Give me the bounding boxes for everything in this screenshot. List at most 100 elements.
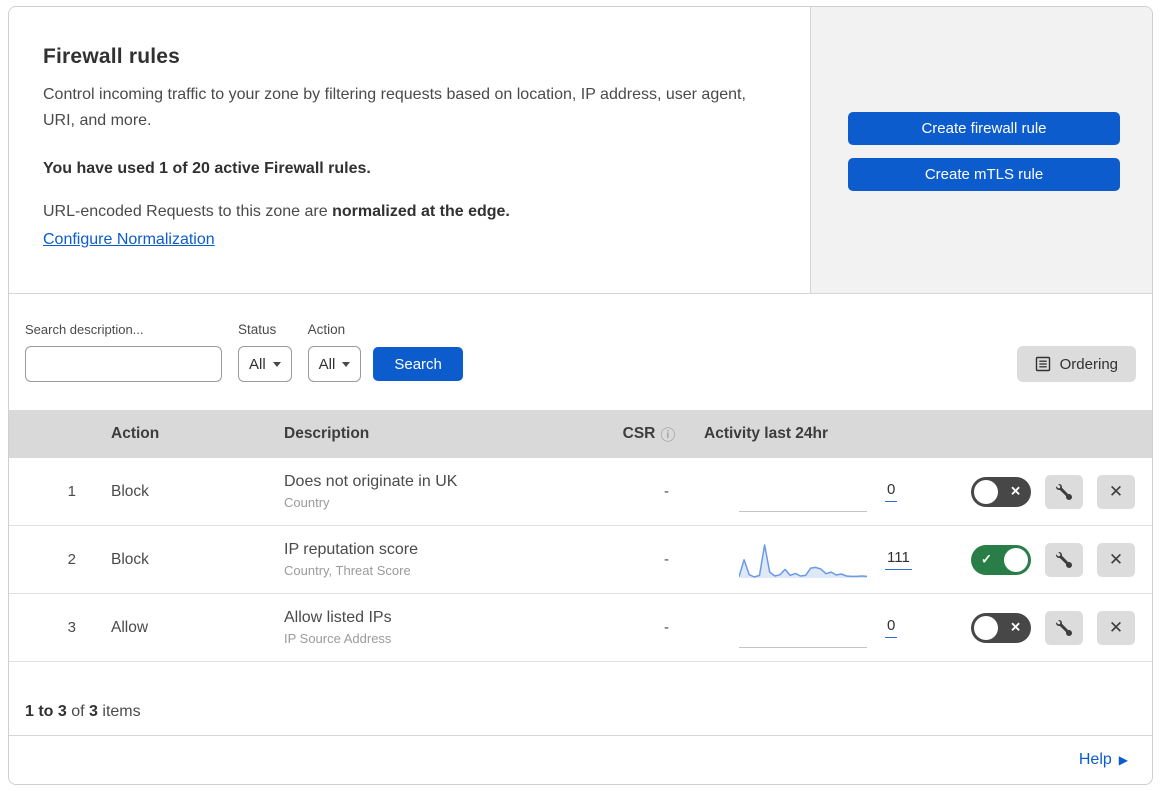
normalization-text: URL-encoded Requests to this zone are [43, 203, 333, 220]
status-value: All [249, 355, 266, 373]
create-mtls-rule-button[interactable]: Create mTLS rule [848, 158, 1120, 191]
actions-sidebar: Create firewall rule Create mTLS rule [810, 7, 1152, 293]
caret-down-icon [342, 361, 351, 367]
action-dropdown[interactable]: All [307, 346, 362, 382]
rule-priority: 2 [67, 551, 76, 568]
search-box [25, 346, 226, 382]
search-button[interactable]: Search [373, 347, 463, 381]
rule-enabled-toggle[interactable]: ✓ ✕ [971, 476, 1031, 507]
search-label: Search description... [25, 322, 144, 337]
ordering-button-label: Ordering [1059, 355, 1118, 373]
info-icon[interactable]: ⓘ [660, 424, 675, 445]
rule-action: Allow [111, 618, 149, 636]
edit-rule-button[interactable] [1045, 474, 1083, 509]
action-column-header: Action [111, 425, 160, 442]
delete-rule-button[interactable]: ✕ [1097, 542, 1135, 577]
rule-enabled-toggle[interactable]: ✓ ✕ [971, 612, 1031, 643]
help-link-label: Help [1078, 751, 1112, 768]
rule-description-cell: Does not originate in UK Country [284, 473, 574, 510]
close-icon: ✕ [1108, 549, 1124, 569]
status-dropdown[interactable]: All [238, 346, 292, 382]
edit-rule-button[interactable] [1045, 610, 1083, 645]
intro-section: Firewall rules Control incoming traffic … [9, 7, 1152, 294]
usage-summary: You have used 1 of 20 active Firewall ru… [43, 160, 371, 177]
cross-icon: ✕ [1010, 483, 1021, 499]
ordering-button[interactable]: Ordering [1016, 346, 1136, 382]
normalization-note: URL-encoded Requests to this zone are no… [43, 199, 770, 253]
activity-count-link[interactable]: 111 [885, 549, 912, 570]
rule-description: IP reputation score [284, 541, 419, 558]
rule-description-cell: IP reputation score Country, Threat Scor… [284, 541, 574, 578]
rule-csr: - [664, 551, 669, 568]
items-text: items [102, 703, 141, 720]
rule-activity-cell: 0 [704, 472, 964, 512]
of-text: of [71, 703, 85, 720]
rule-activity-cell: 111 [704, 540, 964, 580]
rule-priority: 3 [67, 619, 76, 636]
configure-normalization-link[interactable]: Configure Normalization [43, 227, 215, 253]
rule-priority: 1 [67, 483, 76, 500]
rule-controls: ✓ ✕ ✕ [964, 542, 1152, 577]
pagination-summary: 1 to 3 of 3 items [9, 662, 1152, 735]
rule-description: Does not originate in UK [284, 473, 458, 490]
check-icon: ✓ [981, 551, 992, 567]
wrench-icon [1056, 483, 1072, 500]
rule-description-cell: Allow listed IPs IP Source Address [284, 609, 574, 646]
rule-action: Block [111, 482, 149, 500]
description-column-header: Description [284, 425, 370, 442]
delete-rule-button[interactable]: ✕ [1097, 610, 1135, 645]
caret-down-icon [272, 361, 281, 367]
activity-sparkline [739, 608, 867, 648]
arrow-right-icon: ▶ [1118, 753, 1128, 767]
rule-action: Block [111, 550, 149, 568]
table-header: Action Description CSR ⓘ Activity last 2… [9, 410, 1152, 458]
cross-icon: ✕ [1010, 619, 1021, 635]
ordering-list-icon [1035, 356, 1050, 372]
toggle-knob [974, 479, 998, 504]
page-title: Firewall rules [43, 45, 181, 68]
status-filter-group: Status All [238, 322, 292, 382]
page-description: Control incoming traffic to your zone by… [43, 86, 746, 129]
rule-csr: - [664, 619, 669, 636]
help-link[interactable]: Help ▶ [1079, 751, 1128, 769]
table-row: 2 Block IP reputation score Country, Thr… [9, 526, 1152, 594]
toggle-knob [1004, 547, 1028, 572]
action-value: All [318, 355, 336, 373]
rule-csr: - [664, 483, 669, 500]
rule-fields: Country, Threat Score [284, 563, 411, 578]
activity-count-link[interactable]: 0 [885, 617, 898, 638]
rule-fields: Country [284, 495, 330, 510]
table-row: 3 Allow Allow listed IPs IP Source Addre… [9, 594, 1152, 662]
rule-enabled-toggle[interactable]: ✓ ✕ [971, 544, 1031, 575]
action-filter-group: Action All [307, 322, 362, 382]
csr-header-label: CSR [622, 425, 656, 442]
search-input[interactable] [45, 347, 226, 381]
delete-rule-button[interactable]: ✕ [1097, 474, 1135, 509]
items-total: 3 [89, 703, 98, 720]
wrench-icon [1056, 619, 1072, 636]
csr-column-header: CSR ⓘ [574, 424, 704, 445]
rule-activity-cell: 0 [704, 608, 964, 648]
search-group: Search description... [25, 322, 226, 382]
close-icon: ✕ [1108, 617, 1124, 637]
close-icon: ✕ [1108, 481, 1124, 501]
status-label: Status [238, 322, 277, 337]
activity-column-header: Activity last 24hr [704, 425, 829, 442]
toggle-knob [974, 615, 998, 640]
activity-sparkline [739, 540, 867, 580]
edit-rule-button[interactable] [1045, 542, 1083, 577]
rule-controls: ✓ ✕ ✕ [964, 474, 1152, 509]
rule-description: Allow listed IPs [284, 609, 392, 626]
table-row: 1 Block Does not originate in UK Country… [9, 458, 1152, 526]
items-range: 1 to 3 [25, 703, 67, 720]
activity-count-link[interactable]: 0 [885, 481, 898, 502]
action-label: Action [307, 322, 346, 337]
intro-text-area: Firewall rules Control incoming traffic … [9, 7, 810, 293]
rule-fields: IP Source Address [284, 631, 392, 646]
activity-sparkline [739, 472, 867, 512]
create-firewall-rule-button[interactable]: Create firewall rule [848, 112, 1120, 145]
rule-controls: ✓ ✕ ✕ [964, 610, 1152, 645]
help-bar: Help ▶ [9, 735, 1152, 784]
firewall-rules-panel: Firewall rules Control incoming traffic … [8, 6, 1153, 785]
wrench-icon [1056, 551, 1072, 568]
